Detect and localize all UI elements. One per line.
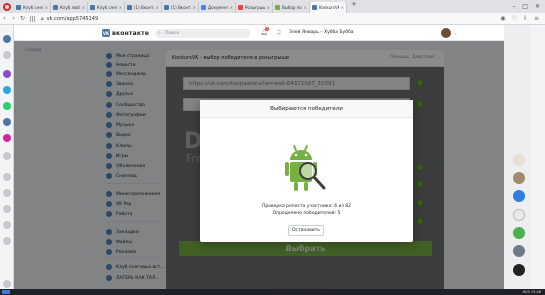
tab-label: Клуб снеговых: [23, 5, 43, 10]
speed-dial-icon[interactable]: [30, 15, 36, 22]
close-tab-icon[interactable]: ×: [193, 5, 196, 10]
tab-label: Выбор побед: [282, 5, 302, 10]
tab-label: Клуб любых: [60, 5, 80, 10]
tab-favicon-icon: [53, 5, 58, 10]
downloads-icon[interactable]: [3, 237, 11, 245]
chevron-down-icon[interactable]: ⌄: [454, 30, 457, 35]
tab-favicon-icon: [312, 5, 317, 10]
tab-favicon-icon: [201, 5, 206, 10]
close-tab-icon[interactable]: ×: [156, 5, 159, 10]
tab-favicon-icon: [16, 5, 21, 10]
avatar[interactable]: [513, 190, 525, 202]
close-tab-icon[interactable]: ×: [45, 5, 48, 10]
tab-favicon-icon: [127, 5, 132, 10]
more-icon[interactable]: [3, 280, 11, 288]
system-tray: RUS 15:48: [522, 290, 541, 294]
vk-sidebar-icon[interactable]: [3, 35, 11, 43]
tab-label: KonkursVK: [319, 5, 339, 10]
now-playing[interactable]: Злей Январь – Хубба Бубба: [289, 30, 354, 35]
close-tab-icon[interactable]: ×: [119, 5, 122, 10]
bookmark-heart-icon[interactable]: ♡: [512, 15, 517, 22]
settings-icon[interactable]: [3, 205, 11, 213]
menu-icon[interactable]: ≡: [534, 15, 539, 22]
tab-favicon-icon: [164, 5, 169, 10]
vk-logo-icon: VK: [102, 29, 110, 37]
progress-text: Проверка репоста участника: 6 из 82: [261, 204, 351, 209]
notification-badge: 1: [265, 27, 270, 31]
minimize-icon[interactable]: –: [512, 3, 515, 10]
vk-logo[interactable]: VK вконтакте: [102, 29, 149, 37]
lock-icon: 🔒︎: [41, 15, 44, 22]
maximize-icon[interactable]: □: [522, 3, 528, 10]
modal-title: Выбираются победители: [200, 100, 413, 118]
browser-tab[interactable]: Выбор побед×: [273, 2, 310, 13]
tab-label: (1) Вконтакте: [134, 5, 154, 10]
vk-messenger-icon[interactable]: [3, 118, 11, 126]
start-icon[interactable]: [2, 290, 10, 294]
url-field[interactable]: vk.com/app5745149: [47, 16, 99, 22]
browser-tab[interactable]: Клуб любых×: [51, 2, 88, 13]
search-icon: ⌕: [158, 30, 161, 36]
camera-icon[interactable]: ◉: [500, 15, 505, 22]
telegram-icon[interactable]: [3, 86, 11, 94]
avatar[interactable]: [513, 245, 525, 257]
avatar[interactable]: [513, 209, 525, 221]
browser-tab[interactable]: Документы×: [199, 2, 236, 13]
right-sidebar: [531, 25, 545, 289]
os-taskbar: RUS 15:48: [0, 289, 545, 295]
stop-button[interactable]: Остановить: [288, 225, 324, 236]
tab-favicon-icon: [90, 5, 95, 10]
extensions-icon[interactable]: [3, 221, 11, 229]
download-icon[interactable]: ⇩: [523, 15, 528, 22]
new-tab-button[interactable]: +: [347, 0, 361, 13]
browser-tab[interactable]: Клуб снеговых×: [14, 2, 51, 13]
messenger-icon[interactable]: [3, 70, 11, 78]
user-avatar[interactable]: [441, 28, 451, 38]
opera-logo-icon[interactable]: [0, 0, 14, 13]
reload-icon[interactable]: ↻: [18, 15, 27, 22]
tab-favicon-icon: [275, 5, 280, 10]
tab-label: Розыгрыши: [245, 5, 265, 10]
browser-tab[interactable]: Розыгрыши×: [236, 2, 273, 13]
tab-label: Документы: [208, 5, 228, 10]
browser-tab-bar: Клуб снеговых×Клуб любых×Клуб снеговых×(…: [0, 0, 545, 13]
music-note-icon[interactable]: ♫: [276, 29, 281, 36]
forward-icon[interactable]: ›: [9, 15, 18, 22]
avatar[interactable]: [513, 227, 525, 239]
avatar[interactable]: [513, 264, 525, 276]
whatsapp-icon[interactable]: [3, 102, 11, 110]
back-icon[interactable]: ‹: [0, 15, 9, 22]
vk-header: VK вконтакте ⌕ Поиск 🔔︎ 1 ♫ Злей Январь …: [14, 25, 504, 41]
close-tab-icon[interactable]: ×: [341, 5, 344, 10]
home-icon[interactable]: [3, 51, 11, 59]
close-tab-icon[interactable]: ×: [267, 5, 270, 10]
instagram-icon[interactable]: [3, 134, 11, 142]
progress-modal: Выбираются победители Проверка репоста у…: [200, 100, 413, 242]
close-tab-icon[interactable]: ×: [304, 5, 307, 10]
close-tab-icon[interactable]: ×: [230, 5, 233, 10]
winners-text: Определено победителей: 5: [272, 211, 341, 216]
browser-tab[interactable]: (1) Вконтакте×: [162, 2, 199, 13]
vk-search-input[interactable]: ⌕ Поиск: [155, 29, 250, 38]
browser-tab[interactable]: (1) Вконтакте×: [125, 2, 162, 13]
window-controls: – □ ✕: [512, 3, 545, 10]
tab-label: (1) Вконтакте: [171, 5, 191, 10]
opera-sidebar: [0, 25, 14, 295]
address-bar: ‹ › ↻ 🔒︎ vk.com/app5745149 ◉ ♡ ⇩ ≡: [0, 13, 545, 25]
close-tab-icon[interactable]: ×: [82, 5, 85, 10]
tab-favicon-icon: [238, 5, 243, 10]
avatar[interactable]: [513, 172, 525, 184]
bookmarks-icon[interactable]: [3, 189, 11, 197]
avatar[interactable]: [513, 154, 525, 166]
browser-tab[interactable]: KonkursVK ×: [310, 2, 347, 13]
browser-tab[interactable]: Клуб снеговых×: [88, 2, 125, 13]
player-icon[interactable]: [3, 152, 11, 160]
history-icon[interactable]: [3, 173, 11, 181]
android-magnifier-icon: [285, 144, 326, 191]
close-window-icon[interactable]: ✕: [535, 3, 540, 10]
tab-label: Клуб снеговых: [97, 5, 117, 10]
